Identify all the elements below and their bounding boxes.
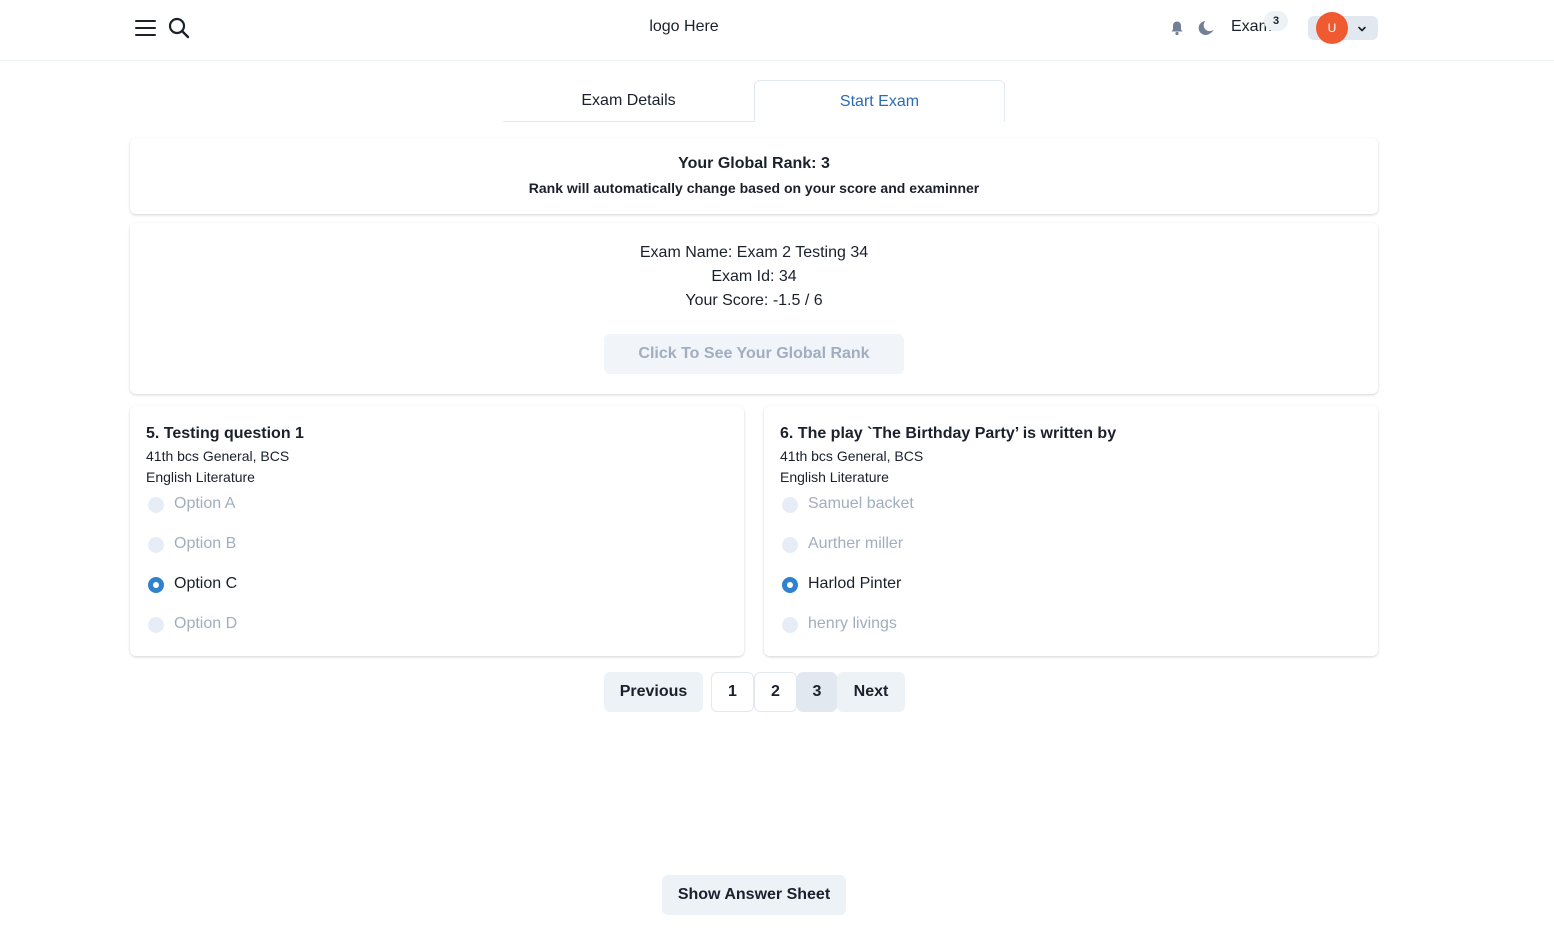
exam-score: Your Score: -1.5 / 6 (685, 292, 823, 309)
radio-icon[interactable] (782, 537, 798, 553)
option-label: Samuel backet (808, 495, 914, 512)
tab-exam-details[interactable]: Exam Details (503, 80, 754, 122)
question-card: 6. The play `The Birthday Party’ is writ… (764, 406, 1378, 656)
exam-tabs: Exam Details Start Exam (503, 80, 1005, 122)
option-label: Option B (174, 535, 237, 552)
question-title: 6. The play `The Birthday Party’ is writ… (780, 425, 1117, 442)
option-label: Aurther miller (808, 535, 904, 552)
avatar: U (1316, 12, 1348, 44)
global-rank-title: Your Global Rank: 3 (678, 155, 830, 172)
radio-checked-icon[interactable] (782, 577, 798, 593)
radio-icon[interactable] (782, 617, 798, 633)
global-rank-note: Rank will automatically change based on … (528, 180, 980, 196)
top-navbar: logo Here Exam 3 U (0, 0, 1554, 61)
show-answer-sheet-button[interactable]: Show Answer Sheet (662, 875, 846, 915)
moon-icon[interactable] (1198, 19, 1216, 37)
option-label: Option A (174, 495, 236, 512)
next-page-button[interactable]: Next (837, 672, 905, 712)
exam-id: Exam Id: 34 (711, 268, 797, 285)
previous-page-button[interactable]: Previous (604, 672, 703, 712)
question-source: 41th bcs General, BCS (146, 448, 290, 464)
bell-icon[interactable] (1170, 20, 1184, 36)
hamburger-menu-icon[interactable] (135, 18, 157, 38)
exam-name: Exam Name: Exam 2 Testing 34 (639, 244, 869, 261)
radio-icon[interactable] (148, 617, 164, 633)
see-global-rank-button[interactable]: Click To See Your Global Rank (604, 334, 904, 374)
question-title: 5. Testing question 1 (146, 425, 304, 442)
question-subject: English Literature (780, 469, 889, 485)
option-label: henry livings (808, 615, 897, 632)
search-icon[interactable] (167, 16, 191, 40)
option-label: Option C (174, 575, 238, 592)
global-rank-card: Your Global Rank: 3 Rank will automatica… (130, 138, 1378, 214)
chevron-down-icon (1356, 22, 1368, 34)
page-1-button[interactable]: 1 (711, 672, 754, 712)
page-2-button[interactable]: 2 (754, 672, 797, 712)
question-source: 41th bcs General, BCS (780, 448, 924, 464)
page-3-button-current[interactable]: 3 (797, 672, 837, 712)
radio-icon[interactable] (148, 537, 164, 553)
radio-checked-icon[interactable] (148, 577, 164, 593)
logo-text[interactable]: logo Here (584, 18, 784, 36)
option-label: Option D (174, 615, 238, 632)
exam-count-badge: 3 (1264, 11, 1288, 31)
radio-icon[interactable] (148, 497, 164, 513)
exam-info-card: Exam Name: Exam 2 Testing 34 Exam Id: 34… (130, 223, 1378, 394)
radio-icon[interactable] (782, 497, 798, 513)
user-menu-button[interactable]: U (1308, 12, 1378, 44)
question-subject: English Literature (146, 469, 255, 485)
option-label: Harlod Pinter (808, 575, 902, 592)
question-card: 5. Testing question 1 41th bcs General, … (130, 406, 744, 656)
tab-start-exam[interactable]: Start Exam (754, 80, 1005, 122)
